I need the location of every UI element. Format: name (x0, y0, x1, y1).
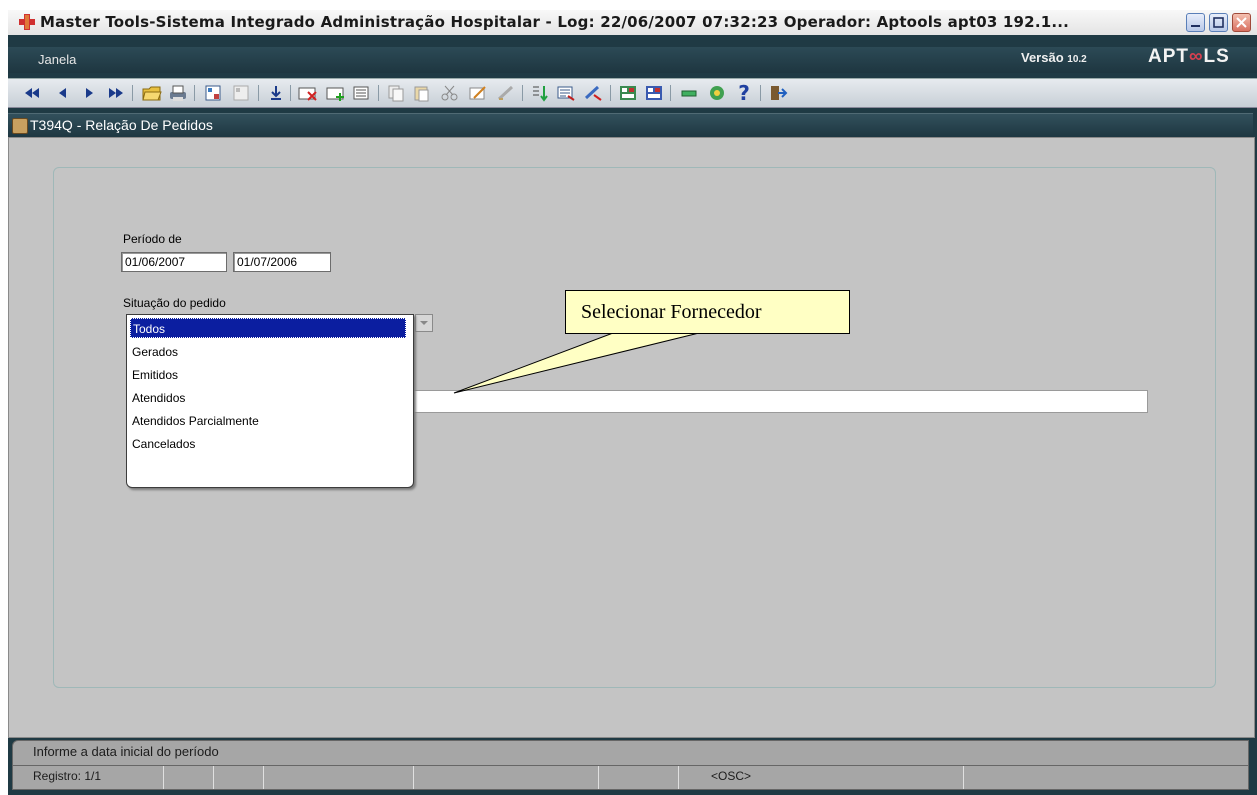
brand-prefix: APT (1148, 46, 1189, 67)
first-record-icon[interactable] (22, 83, 42, 103)
status-registro: Registro: 1/1 (33, 769, 102, 783)
form-icon (12, 118, 28, 134)
insert-record-icon[interactable] (326, 83, 346, 103)
close-icon (1236, 17, 1247, 28)
help-wizard-icon[interactable] (708, 83, 728, 103)
grid-icon[interactable] (644, 83, 664, 103)
brand-loop-icon: ∞ (1189, 46, 1204, 67)
app-cross-icon (19, 14, 35, 30)
save-icon[interactable] (266, 83, 286, 103)
query-icon[interactable] (204, 83, 224, 103)
last-record-icon[interactable] (106, 83, 126, 103)
window-title-bar[interactable]: Master Tools-Sistema Integrado Administr… (8, 10, 1257, 35)
status-cell (263, 766, 264, 789)
toolbar: ? (8, 78, 1257, 108)
open-folder-icon[interactable] (142, 83, 162, 103)
aptools-logo: APT∞LS (1148, 46, 1230, 68)
minus-icon[interactable] (680, 83, 700, 103)
sort-icon[interactable] (530, 83, 550, 103)
copy-icon[interactable] (386, 83, 406, 103)
toolbar-separator (760, 85, 761, 101)
minimize-icon (1191, 25, 1200, 27)
form-title-bar[interactable]: T394Q - Relação De Pedidos (8, 113, 1253, 138)
toolbar-separator (194, 85, 195, 101)
duplicate-record-icon[interactable] (352, 83, 372, 103)
prev-record-icon[interactable] (52, 83, 72, 103)
version-label: Versão 10.2 (1021, 50, 1087, 65)
status-hint-bar: Informe a data inicial do período (12, 740, 1249, 766)
brand-suffix: LS (1203, 46, 1230, 67)
status-cell (963, 766, 964, 789)
exit-icon[interactable] (768, 83, 788, 103)
print-icon[interactable] (168, 83, 188, 103)
toolbar-separator (258, 85, 259, 101)
next-record-icon[interactable] (80, 83, 100, 103)
cut-icon[interactable] (440, 83, 460, 103)
toolbar-separator (610, 85, 611, 101)
status-hint: Informe a data inicial do período (33, 744, 219, 759)
menu-janela[interactable]: Janela (38, 52, 76, 67)
toolbar-separator (290, 85, 291, 101)
maximize-icon (1213, 17, 1224, 28)
status-cell (163, 766, 164, 789)
delete-record-icon[interactable] (298, 83, 318, 103)
help-icon[interactable]: ? (734, 83, 754, 103)
toolbar-separator (132, 85, 133, 101)
status-osc: <OSC> (711, 769, 752, 783)
maximize-button[interactable] (1209, 13, 1228, 32)
callout-pointer (453, 332, 700, 394)
filter-icon[interactable] (556, 83, 576, 103)
callout-selecionar-fornecedor: Selecionar Fornecedor (565, 290, 850, 334)
version-number: 10.2 (1067, 54, 1087, 65)
application-window: Master Tools-Sistema Integrado Administr… (0, 0, 1257, 795)
status-cell (413, 766, 414, 789)
lov-icon[interactable] (584, 83, 604, 103)
window-title: Master Tools-Sistema Integrado Administr… (40, 13, 1070, 31)
status-record-bar: Registro: 1/1 <OSC> (12, 765, 1249, 790)
version-text: Versão (1021, 50, 1064, 65)
edit-icon[interactable] (468, 83, 488, 103)
query-disabled-icon[interactable] (232, 83, 252, 103)
menu-bar: Janela Versão 10.2 APT∞LS (8, 46, 1257, 73)
toolbar-separator (670, 85, 671, 101)
form-body: Período de 01/06/2007 01/07/2006 Situaçã… (8, 137, 1255, 738)
close-button[interactable] (1232, 13, 1251, 32)
paste-icon[interactable] (412, 83, 432, 103)
status-cell (213, 766, 214, 789)
form-title: T394Q - Relação De Pedidos (30, 117, 213, 133)
toolbar-separator (522, 85, 523, 101)
status-cell (598, 766, 599, 789)
calc-icon[interactable] (618, 83, 638, 103)
clear-icon[interactable] (496, 83, 516, 103)
minimize-button[interactable] (1186, 13, 1205, 32)
status-cell (678, 766, 679, 789)
toolbar-separator (378, 85, 379, 101)
